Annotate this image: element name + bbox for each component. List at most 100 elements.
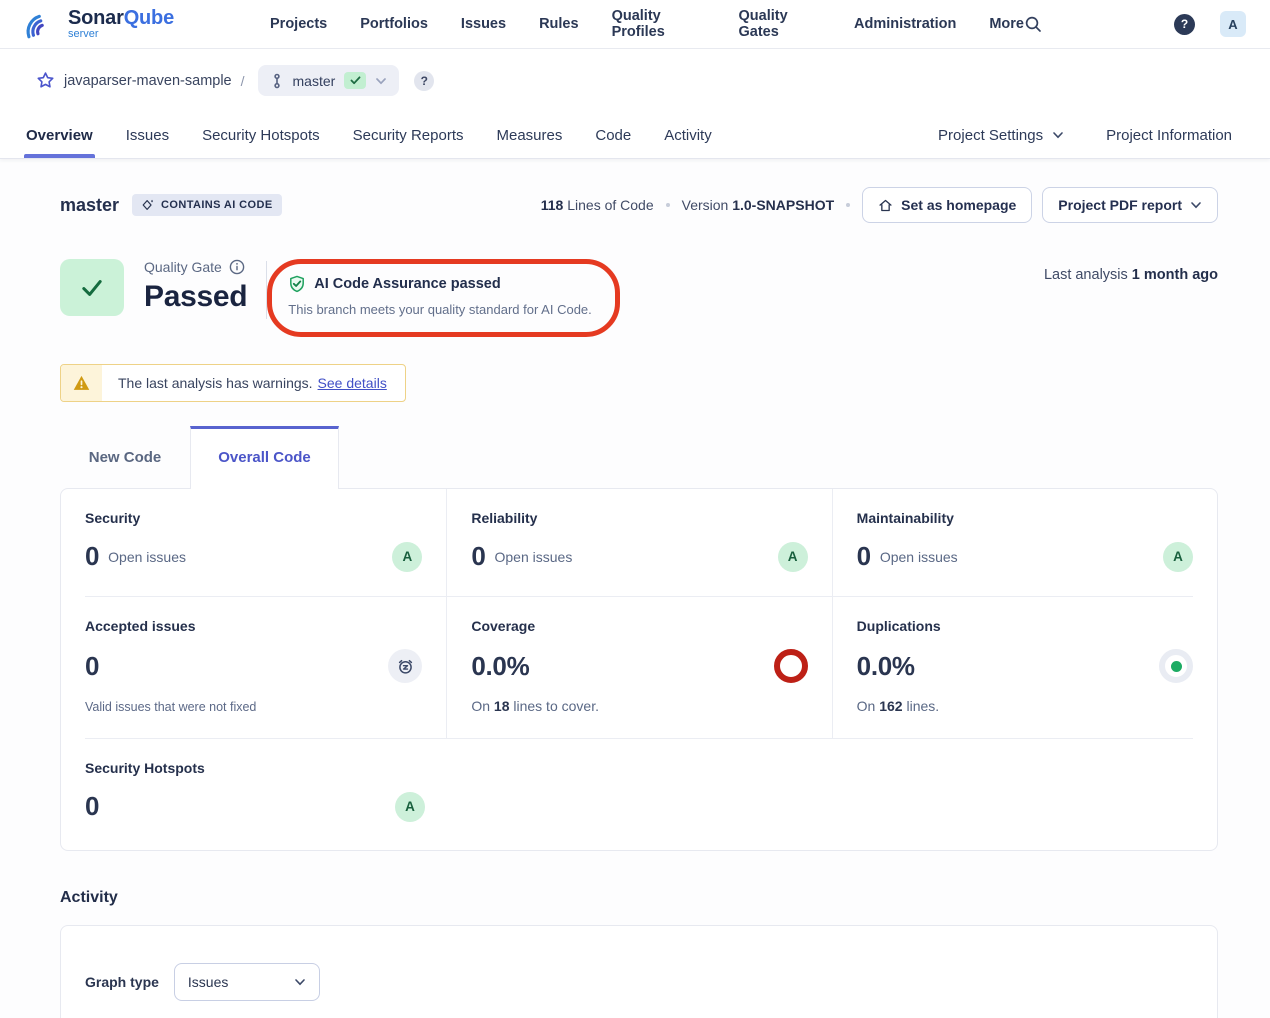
metric-value[interactable]: 0: [85, 541, 99, 572]
quality-gate-status: Passed: [144, 280, 247, 314]
code-period-tabs: New Code Overall Code: [0, 426, 1270, 488]
main-nav: Projects Portfolios Issues Rules Quality…: [270, 8, 1024, 40]
sonarqube-logo-icon: [22, 5, 60, 43]
metric-title: Security Hotspots: [85, 760, 425, 776]
metric-description: On 162 lines.: [857, 698, 1193, 714]
info-icon[interactable]: [229, 259, 245, 275]
project-settings-menu[interactable]: Project Settings: [938, 127, 1064, 144]
metric-label[interactable]: Open issues: [495, 549, 573, 565]
contains-ai-code-badge: CONTAINS AI CODE: [132, 194, 282, 216]
tab-measures[interactable]: Measures: [495, 114, 565, 157]
nav-item-portfolios[interactable]: Portfolios: [360, 16, 428, 32]
ai-assurance-subtitle: This branch meets your quality standard …: [288, 302, 592, 317]
maintainability-rating-badge[interactable]: A: [1163, 542, 1193, 572]
metric-title: Reliability: [471, 510, 807, 526]
overall-code-metrics-card: Security 0 Open issues A Reliability 0 O…: [60, 488, 1218, 851]
graph-type-select[interactable]: Issues: [174, 963, 320, 1001]
top-navigation-bar: SonarQube server Projects Portfolios Iss…: [0, 0, 1270, 49]
lines-of-code: 118 Lines of Code: [541, 197, 654, 213]
project-tab-bar: Overview Issues Security Hotspots Securi…: [0, 112, 1270, 159]
tab-issues[interactable]: Issues: [124, 114, 171, 157]
tab-code[interactable]: Code: [593, 114, 633, 157]
nav-item-projects[interactable]: Projects: [270, 16, 327, 32]
activity-section: Activity Graph type Issues There is not …: [60, 889, 1218, 1018]
avatar[interactable]: A: [1220, 11, 1246, 37]
home-icon: [878, 198, 893, 213]
coverage-ring-indicator: [774, 649, 808, 683]
duplications-ring-indicator: [1159, 649, 1193, 683]
security-rating-badge[interactable]: A: [392, 542, 422, 572]
nav-item-quality-gates[interactable]: Quality Gates: [739, 8, 822, 40]
activity-card: Graph type Issues There is not enough da…: [60, 925, 1218, 1018]
logo-sub-label: server: [68, 29, 174, 40]
tab-new-code[interactable]: New Code: [60, 427, 190, 488]
breadcrumb-separator: /: [241, 73, 245, 89]
metric-value[interactable]: 0: [85, 651, 99, 682]
duplications-dot: [1171, 661, 1182, 672]
branch-icon: [270, 73, 284, 89]
quality-gate-label: Quality Gate: [144, 259, 222, 275]
metric-value[interactable]: 0.0%: [471, 651, 529, 682]
project-information-button[interactable]: Project Information: [1106, 127, 1232, 144]
favorite-star-icon[interactable]: [36, 71, 55, 90]
chevron-down-icon: [1190, 199, 1202, 211]
version: Version 1.0-SNAPSHOT: [682, 197, 835, 213]
ai-sparkle-icon: [141, 198, 155, 212]
nav-item-more[interactable]: More: [989, 16, 1024, 32]
tab-security-reports[interactable]: Security Reports: [351, 114, 466, 157]
metric-value[interactable]: 0: [857, 541, 871, 572]
nav-item-administration[interactable]: Administration: [854, 16, 956, 32]
search-icon[interactable]: [1024, 15, 1042, 33]
snooze-alarm-icon: [388, 649, 422, 683]
metric-maintainability: Maintainability 0 Open issues A: [832, 489, 1217, 596]
nav-item-quality-profiles[interactable]: Quality Profiles: [612, 8, 706, 40]
branch-selector[interactable]: master: [258, 65, 400, 96]
quality-gate-passed-icon: [60, 259, 124, 316]
metric-value[interactable]: 0.0%: [857, 651, 915, 682]
sonarqube-logo[interactable]: SonarQube server: [22, 5, 174, 43]
analysis-warning-banner: The last analysis has warnings. See deta…: [60, 364, 406, 402]
overview-page: master CONTAINS AI CODE 118 Lines of Cod…: [0, 159, 1270, 1018]
quality-gate-section: Quality Gate Passed AI Code Assurance pa…: [0, 223, 1270, 337]
project-pdf-report-button[interactable]: Project PDF report: [1042, 187, 1218, 223]
logo-wordmark: SonarQube: [68, 8, 174, 28]
metric-title: Duplications: [857, 618, 1193, 634]
metric-title: Coverage: [471, 618, 807, 634]
metric-subtitle: Valid issues that were not fixed: [85, 700, 422, 714]
metric-title: Accepted issues: [85, 618, 422, 634]
tab-overall-code[interactable]: Overall Code: [190, 426, 339, 489]
metric-reliability: Reliability 0 Open issues A: [446, 489, 831, 596]
help-icon[interactable]: ?: [1174, 14, 1195, 35]
breadcrumb-project-name[interactable]: javaparser-maven-sample: [64, 73, 232, 89]
metric-value[interactable]: 0: [85, 791, 99, 822]
chevron-down-icon: [375, 75, 387, 87]
tab-security-hotspots[interactable]: Security Hotspots: [200, 114, 322, 157]
metric-accepted-issues: Accepted issues 0 Valid issues that were…: [61, 597, 446, 738]
tab-activity[interactable]: Activity: [662, 114, 714, 157]
metric-title: Security: [85, 510, 422, 526]
reliability-rating-badge[interactable]: A: [778, 542, 808, 572]
nav-item-issues[interactable]: Issues: [461, 16, 506, 32]
set-as-homepage-button[interactable]: Set as homepage: [862, 187, 1032, 223]
nav-item-rules[interactable]: Rules: [539, 16, 579, 32]
metric-label[interactable]: Open issues: [880, 549, 958, 565]
hotspots-rating-badge[interactable]: A: [395, 792, 425, 822]
branch-name: master: [293, 73, 336, 89]
see-details-link[interactable]: See details: [318, 375, 387, 391]
metric-label[interactable]: Open issues: [108, 549, 186, 565]
activity-title: Activity: [60, 889, 1218, 907]
warning-triangle-icon: [61, 365, 102, 401]
dot-separator: [846, 203, 850, 207]
metric-security-hotspots: Security Hotspots 0 A: [61, 739, 449, 850]
graph-type-value: Issues: [188, 974, 228, 990]
metric-description: On 18 lines to cover.: [471, 698, 807, 714]
metric-title: Maintainability: [857, 510, 1193, 526]
tab-overview[interactable]: Overview: [24, 114, 95, 157]
graph-type-label: Graph type: [85, 974, 159, 990]
metric-value[interactable]: 0: [471, 541, 485, 572]
breadcrumb: javaparser-maven-sample / master ?: [0, 49, 1270, 112]
branch-help-icon[interactable]: ?: [414, 71, 434, 91]
dot-separator: [666, 203, 670, 207]
ai-assurance-title: AI Code Assurance passed: [314, 276, 500, 292]
branch-quality-gate-passed-icon: [344, 72, 366, 89]
